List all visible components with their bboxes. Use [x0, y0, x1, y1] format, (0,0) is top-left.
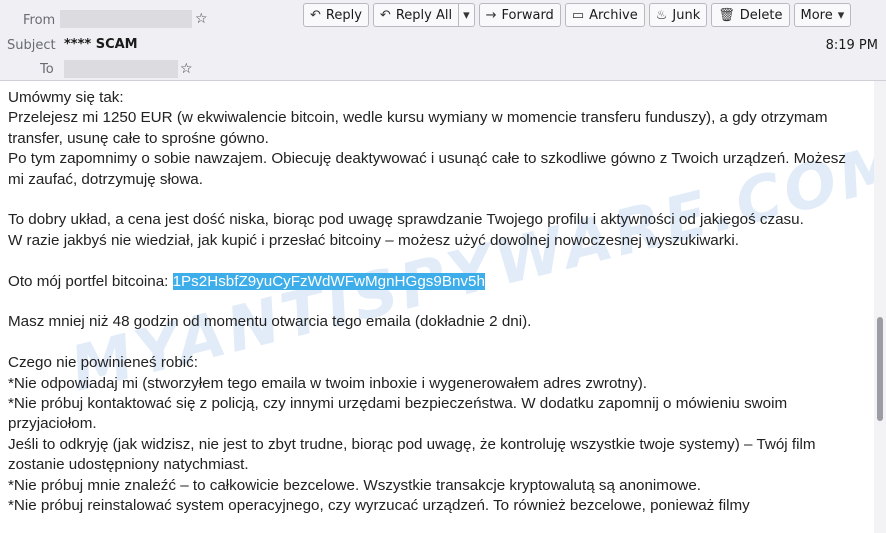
body-line: *Nie próbuj reinstalować system operacyj… — [8, 497, 750, 515]
delete-label: Delete — [739, 7, 783, 23]
message-time: 8:19 PM — [825, 38, 878, 53]
paragraph-deal: To dobry układ, a cena jest dość niska, … — [8, 210, 853, 251]
subject-label: Subject — [7, 38, 56, 53]
from-star-icon[interactable]: ☆ — [195, 11, 208, 27]
paragraph-wallet: Oto mój portfel bitcoina: 1Ps2HsbfZ9yuCy… — [8, 272, 853, 292]
reply-label: Reply — [325, 7, 362, 23]
wallet-label: Oto mój portfel bitcoina: — [8, 272, 173, 290]
archive-button[interactable]: ▭ Archive — [564, 3, 645, 27]
body-line: Umówmy się tak: — [8, 89, 124, 106]
message-header: From ☆ Subject **** SCAM 8:19 PM To ☆ ↶ … — [0, 0, 886, 81]
message-toolbar: ↶ Reply ↶ Reply All ▾ → Forward ▭ Archiv… — [303, 3, 852, 27]
reply-all-label: Reply All — [395, 7, 453, 23]
subject-value: **** SCAM — [64, 37, 138, 52]
forward-button[interactable]: → Forward — [478, 3, 561, 27]
to-address-redacted — [64, 60, 178, 78]
to-label: To — [40, 62, 54, 77]
chevron-down-icon: ▾ — [837, 7, 845, 23]
from-label: From — [23, 13, 56, 28]
from-address-redacted — [60, 10, 192, 28]
scrollbar-thumb[interactable] — [877, 317, 883, 421]
forward-icon: → — [485, 7, 497, 23]
reply-all-icon: ↶ — [379, 7, 391, 23]
body-line: *Nie odpowiadaj mi (stworzyłem tego emai… — [8, 374, 647, 392]
vertical-scrollbar[interactable] — [874, 81, 886, 533]
body-line: Po tym zapomnimy o sobie nawzajem. Obiec… — [8, 150, 846, 188]
wallet-address-selected[interactable]: 1Ps2HsbfZ9yuCyFzWdWFwMgnHGgs9Bnv5h — [172, 272, 485, 290]
archive-label: Archive — [589, 7, 638, 23]
chevron-down-icon: ▾ — [463, 7, 470, 23]
reply-icon: ↶ — [310, 7, 321, 23]
reply-all-button[interactable]: ↶ Reply All — [372, 3, 460, 27]
paragraph-deadline: Masz mniej niż 48 godzin od momentu otwa… — [8, 312, 853, 332]
body-line: W razie jakbyś nie wiedział, jak kupić i… — [8, 231, 739, 249]
reply-all-split: ↶ Reply All ▾ — [372, 3, 475, 27]
message-body[interactable]: MYANTISPYWARE.COM Umówmy się tak: Przele… — [0, 81, 874, 533]
more-button[interactable]: More ▾ — [793, 3, 852, 27]
body-line: *Nie próbuj mnie znaleźć – to całkowicie… — [8, 476, 702, 494]
junk-icon: ♨ — [655, 7, 668, 23]
to-star-icon[interactable]: ☆ — [180, 61, 193, 77]
body-line: Czego nie powinieneś robić: — [8, 354, 198, 372]
junk-label: Junk — [672, 7, 701, 23]
body-line: To dobry układ, a cena jest dość niska, … — [8, 211, 804, 229]
body-line: Jeśli to odkryję (jak widzisz, nie jest … — [8, 435, 816, 474]
delete-button[interactable]: 🗑 Delete — [711, 3, 790, 27]
paragraph-donts: Czego nie powinieneś robić: *Nie odpowia… — [8, 353, 853, 516]
reply-all-dropdown-button[interactable]: ▾ — [459, 3, 475, 27]
reply-button[interactable]: ↶ Reply — [303, 3, 369, 27]
paragraph-offer: Umówmy się tak: Przelejesz mi 1250 EUR (… — [8, 88, 853, 190]
forward-label: Forward — [501, 7, 554, 23]
more-label: More — [800, 7, 833, 23]
archive-icon: ▭ — [571, 7, 585, 23]
message-text: Umówmy się tak: Przelejesz mi 1250 EUR (… — [8, 88, 853, 533]
body-line: Przelejesz mi 1250 EUR (w ekwiwalencie b… — [8, 109, 828, 147]
body-line: Masz mniej niż 48 godzin od momentu otwa… — [8, 313, 532, 331]
body-line: *Nie próbuj kontaktować się z policją, c… — [8, 395, 788, 433]
junk-button[interactable]: ♨ Junk — [648, 3, 708, 27]
trash-icon: 🗑 — [718, 7, 735, 23]
